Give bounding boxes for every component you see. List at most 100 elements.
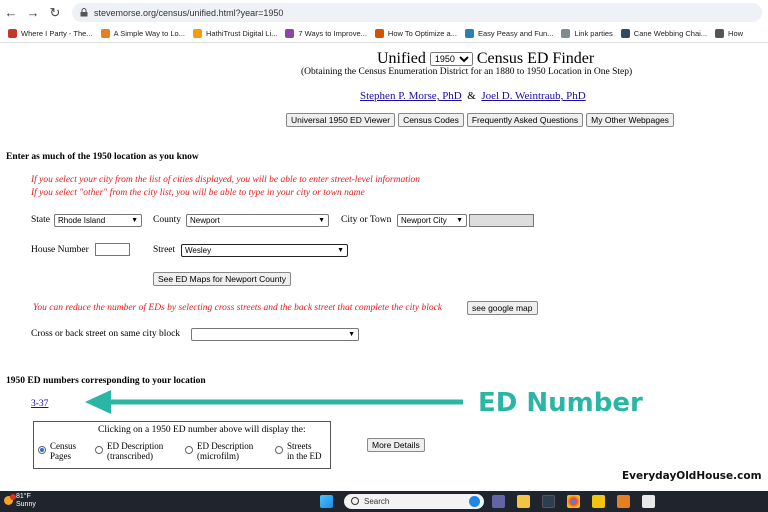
house-number-label: House Number — [31, 245, 89, 255]
address-bar[interactable]: stevemorse.org/census/unified.html?year=… — [72, 3, 762, 22]
bookmark-item[interactable]: How — [715, 29, 743, 38]
option-line2: Pages — [50, 451, 71, 461]
radio-ed-transcribed[interactable] — [95, 446, 103, 454]
title-suffix: Census ED Finder — [476, 50, 595, 67]
state-value: Rhode Island — [58, 216, 106, 225]
teams-icon[interactable] — [492, 495, 505, 508]
see-ed-maps-button[interactable]: See ED Maps for Newport County — [153, 272, 292, 286]
bookmark-favicon-icon — [715, 29, 725, 38]
option-line1: ED Description — [197, 441, 254, 451]
street-select[interactable]: Wesley ▼ — [181, 244, 348, 257]
option-line2: (transcribed) — [107, 451, 153, 461]
search-placeholder: Search — [364, 497, 390, 506]
bookmark-favicon-icon — [192, 29, 202, 38]
bookmark-item[interactable]: 7 Ways to Improve... — [285, 29, 367, 38]
option-line1: ED Description — [107, 441, 164, 451]
county-select[interactable]: Newport ▼ — [186, 214, 329, 227]
option-ed-transcribed[interactable]: ED Description (transcribed) — [95, 441, 163, 461]
cross-street-select[interactable]: ▼ — [191, 328, 359, 341]
state-select[interactable]: Rhode Island ▼ — [54, 214, 142, 227]
county-value: Newport — [190, 216, 220, 225]
radio-streets-in-ed[interactable] — [275, 446, 283, 454]
page-content: Unified 1950 Census ED Finder (Obtaining… — [0, 43, 768, 491]
author-link-weintraub[interactable]: Joel D. Weintraub, PhD — [481, 90, 585, 102]
browser-toolbar: ← → ↻ stevemorse.org/census/unified.html… — [0, 0, 768, 25]
option-line1: Streets — [287, 441, 312, 451]
city-select[interactable]: Newport City ▼ — [397, 214, 467, 227]
results-heading: 1950 ED numbers corresponding to your lo… — [6, 376, 206, 386]
cross-street-note: You can reduce the number of EDs by sele… — [33, 303, 443, 313]
taskbar-search[interactable]: Search — [344, 494, 484, 509]
street-value: Wesley — [185, 246, 212, 255]
display-options-box: Clicking on a 1950 ED number above will … — [33, 421, 331, 469]
chevron-down-icon: ▼ — [337, 247, 344, 254]
chevron-down-icon: ▼ — [348, 331, 355, 338]
city-text-field — [469, 214, 534, 227]
option-ed-microfilm[interactable]: ED Description (microfilm) — [185, 441, 253, 461]
app-icon[interactable] — [642, 495, 655, 508]
bookmark-label: Where I Party - The... — [21, 29, 93, 38]
author-link-morse[interactable]: Stephen P. Morse, PhD — [360, 90, 462, 102]
bookmark-item[interactable]: Where I Party - The... — [8, 29, 93, 38]
bookmark-item[interactable]: Link parties — [561, 29, 613, 38]
cross-street-label: Cross or back street on same city block — [31, 329, 181, 339]
bookmark-favicon-icon — [100, 29, 110, 38]
annotation-arrow-icon — [85, 390, 463, 414]
universal-viewer-button[interactable]: Universal 1950 ED Viewer — [286, 113, 396, 127]
bookmark-item[interactable]: A Simple Way to Lo... — [100, 29, 185, 38]
bookmark-label: 7 Ways to Improve... — [298, 29, 367, 38]
more-details-button[interactable]: More Details — [367, 438, 425, 452]
url-text: stevemorse.org/census/unified.html?year=… — [94, 7, 284, 18]
checklist-app-icon[interactable] — [592, 495, 605, 508]
bookmark-item[interactable]: How To Optimize a... — [374, 29, 457, 38]
chrome-icon[interactable] — [567, 495, 580, 508]
location-heading: Enter as much of the 1950 location as yo… — [6, 152, 199, 162]
house-number-input[interactable] — [95, 243, 130, 256]
weather-widget[interactable]: 81°F Sunny — [16, 493, 36, 509]
weather-condition: Sunny — [16, 501, 36, 508]
option-line1: Census — [50, 441, 77, 451]
bookmark-label: Cane Webbing Chai... — [633, 29, 708, 38]
annotation-label: ED Number — [478, 388, 643, 418]
ed-number-link[interactable]: 3-37 — [31, 399, 48, 409]
app-icon[interactable] — [617, 495, 630, 508]
option-line2: in the ED — [287, 451, 322, 461]
chevron-down-icon: ▼ — [456, 217, 463, 224]
faq-button[interactable]: Frequently Asked Questions — [466, 113, 584, 127]
bookmarks-bar: Where I Party - The... A Simple Way to Lo… — [0, 25, 768, 43]
radio-ed-microfilm[interactable] — [185, 446, 193, 454]
chevron-down-icon: ▼ — [131, 217, 138, 224]
windows-start-icon[interactable] — [320, 495, 333, 508]
option-line2: (microfilm) — [197, 451, 239, 461]
bookmark-label: Easy Peasy and Fun... — [477, 29, 554, 38]
app-icon[interactable] — [542, 495, 555, 508]
bookmark-label: HathiTrust Digital Li... — [205, 29, 278, 38]
options-caption: Clicking on a 1950 ED number above will … — [98, 425, 306, 435]
page-subtitle: (Obtaining the Census Enumeration Distri… — [301, 67, 633, 77]
bookmark-favicon-icon — [561, 29, 571, 38]
forward-icon[interactable]: → — [22, 5, 44, 20]
radio-census-pages[interactable] — [38, 446, 46, 454]
back-icon[interactable]: ← — [0, 5, 22, 20]
option-streets-in-ed[interactable]: Streets in the ED — [275, 441, 322, 461]
year-select[interactable]: 1950 — [429, 52, 473, 66]
site-watermark: EverydayOldHouse.com — [622, 470, 762, 482]
bookmark-favicon-icon — [464, 29, 474, 38]
county-label: County — [153, 215, 181, 225]
file-explorer-icon[interactable] — [517, 495, 530, 508]
bookmark-label: Link parties — [574, 29, 613, 38]
temperature: 81°F — [16, 493, 31, 500]
bookmark-label: How To Optimize a... — [387, 29, 457, 38]
ampersand: & — [467, 90, 476, 102]
reload-icon[interactable]: ↻ — [44, 5, 66, 21]
bookmark-label: A Simple Way to Lo... — [113, 29, 185, 38]
census-codes-button[interactable]: Census Codes — [398, 113, 464, 127]
other-webpages-button[interactable]: My Other Webpages — [586, 113, 674, 127]
google-map-button[interactable]: see google map — [467, 301, 538, 315]
option-census-pages[interactable]: Census Pages — [38, 441, 76, 461]
bing-icon — [469, 496, 480, 507]
bookmark-favicon-icon — [620, 29, 630, 38]
bookmark-item[interactable]: HathiTrust Digital Li... — [192, 29, 278, 38]
bookmark-item[interactable]: Easy Peasy and Fun... — [464, 29, 554, 38]
bookmark-item[interactable]: Cane Webbing Chai... — [620, 29, 708, 38]
